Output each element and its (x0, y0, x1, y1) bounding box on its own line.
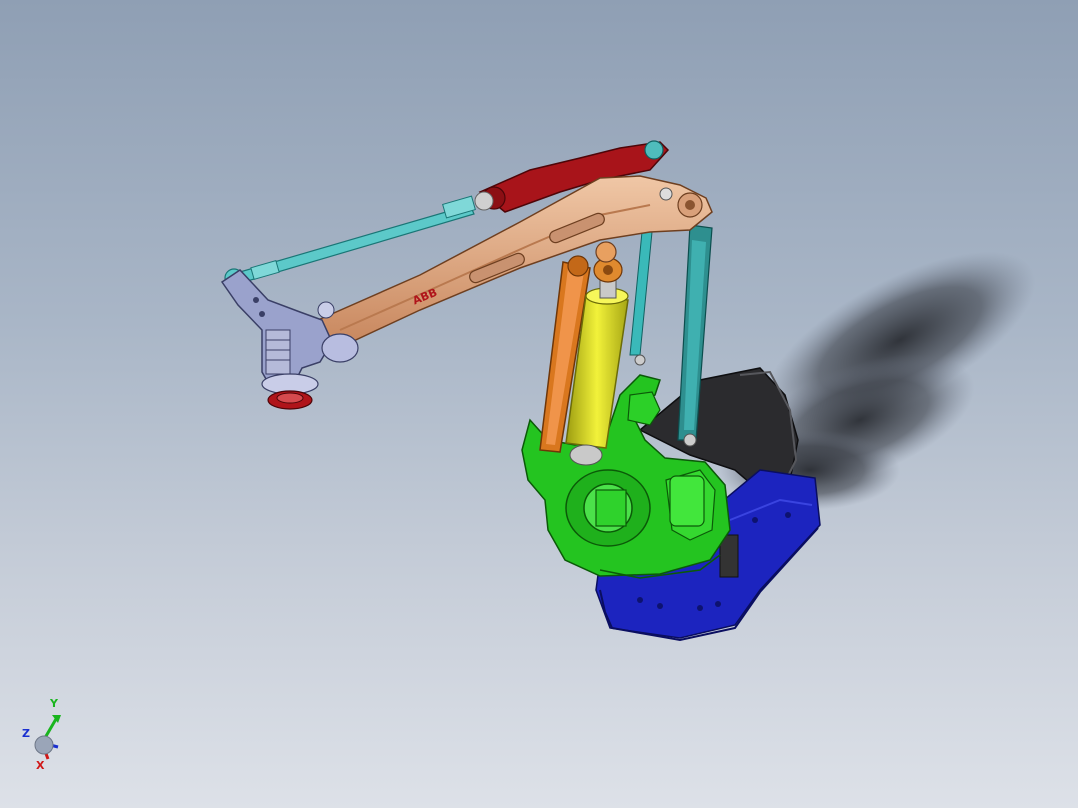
x-axis-label: X (36, 759, 45, 772)
coordinate-triad[interactable]: Y Z X (18, 693, 78, 773)
triad-origin (35, 736, 53, 754)
tool-flange[interactable] (268, 391, 312, 409)
y-axis-label: Y (49, 697, 59, 710)
z-axis-label: Z (22, 727, 30, 740)
graphics-viewport[interactable]: ABB (0, 0, 1078, 808)
model-view[interactable]: ABB (0, 0, 1078, 808)
